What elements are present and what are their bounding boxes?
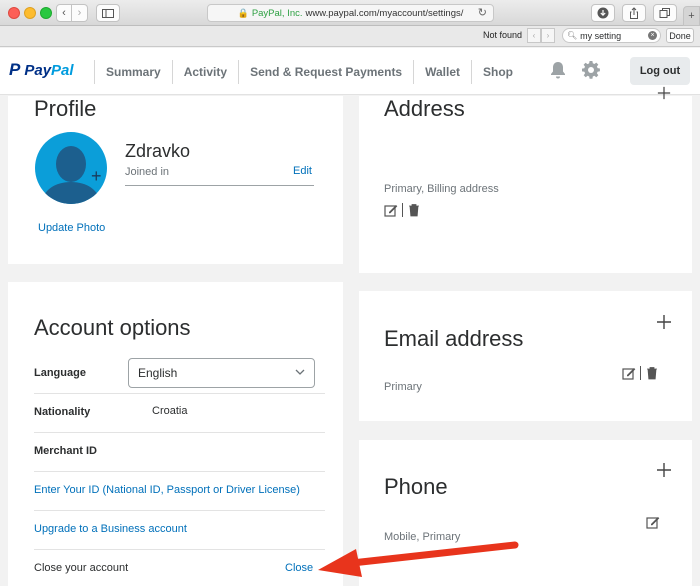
annotation-arrow	[318, 541, 519, 577]
